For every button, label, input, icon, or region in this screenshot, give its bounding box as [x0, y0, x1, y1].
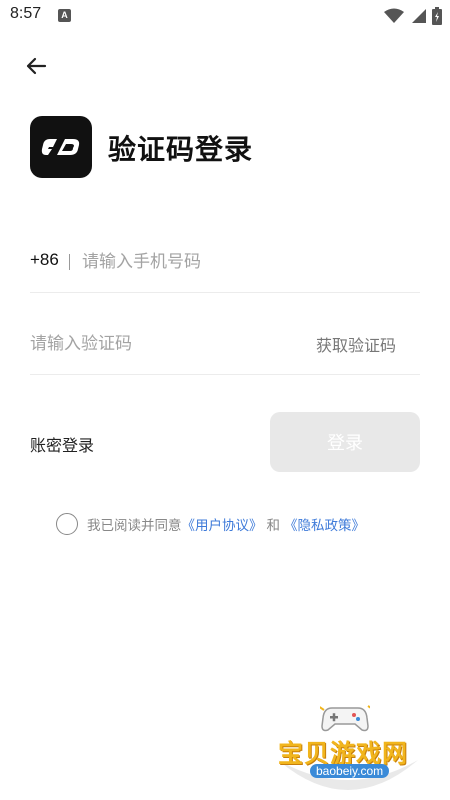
privacy-policy-link[interactable]: 《隐私政策》 [284, 514, 365, 534]
code-row: 获取验证码 [30, 322, 420, 375]
user-agreement-link[interactable]: 《用户协议》 [182, 514, 263, 534]
notification-app-icon: A [58, 9, 71, 22]
login-button[interactable]: 登录 [270, 412, 420, 472]
agreement-prefix: 我已阅读并同意 [87, 518, 182, 534]
status-icons [384, 6, 442, 26]
phone-row: +86 [30, 240, 420, 293]
status-bar: 8:57 A [0, 0, 450, 32]
wifi-icon [384, 8, 404, 23]
agreement-and: 和 [266, 518, 281, 534]
arrow-left-icon [26, 57, 47, 75]
gamepad-icon [320, 705, 370, 732]
watermark-url: baobeiy.com [310, 764, 390, 778]
get-code-button[interactable]: 获取验证码 [316, 332, 396, 356]
country-code[interactable]: +86 [30, 250, 59, 270]
watermark: 宝贝游戏网 baobeiy.com [268, 700, 428, 800]
agree-checkbox[interactable] [56, 513, 78, 535]
page-title: 验证码登录 [108, 133, 254, 166]
back-button[interactable] [20, 50, 52, 82]
signal-icon [412, 9, 426, 23]
agreement-row: 我已阅读并同意 《用户协议》 和 《隐私政策》 [56, 512, 365, 536]
status-time: 8:57 [10, 5, 42, 22]
divider [69, 254, 70, 270]
battery-icon [432, 7, 442, 25]
account-password-login-link[interactable]: 账密登录 [30, 432, 94, 456]
verification-code-input[interactable] [30, 327, 280, 361]
app-logo-icon [41, 139, 80, 155]
app-logo [30, 116, 92, 178]
phone-input[interactable] [82, 245, 412, 279]
